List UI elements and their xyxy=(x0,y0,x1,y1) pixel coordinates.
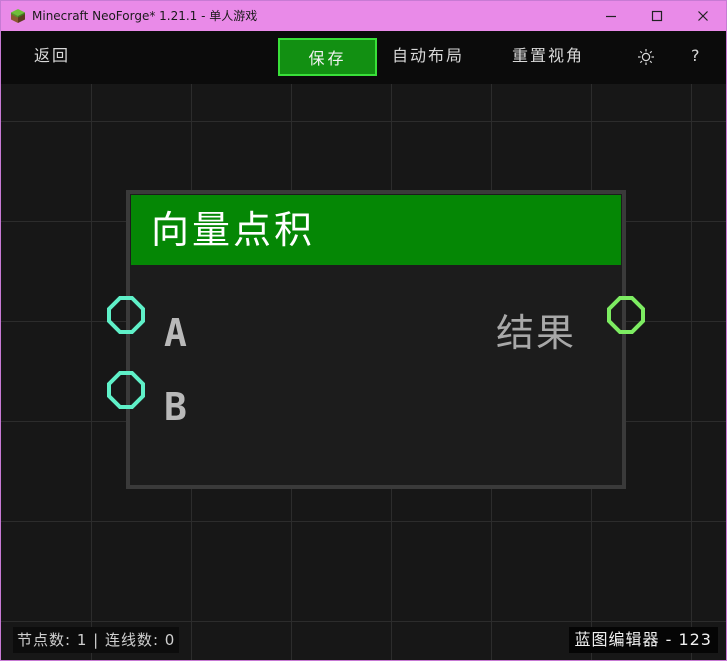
help-button[interactable]: ? xyxy=(691,45,702,67)
input-port-a[interactable] xyxy=(106,295,146,335)
node-header[interactable]: 向量点积 xyxy=(131,195,621,265)
minimize-button[interactable] xyxy=(588,1,634,31)
input-port-label-b: B xyxy=(164,385,187,429)
sun-gear-icon xyxy=(638,49,654,65)
minimize-icon xyxy=(606,15,616,18)
app-window: Minecraft NeoForge* 1.21.1 - 单人游戏 返回 保存 … xyxy=(0,0,727,661)
node-title: 向量点积 xyxy=(151,208,316,252)
close-icon xyxy=(698,11,708,21)
close-button[interactable] xyxy=(680,1,726,31)
node-vector-dot-product[interactable]: 向量点积 A B 结果 xyxy=(126,190,626,489)
input-port-b[interactable] xyxy=(106,370,146,410)
settings-button[interactable] xyxy=(637,48,655,66)
node-link-count-status: 节点数: 1 | 连线数: 0 xyxy=(13,627,180,653)
save-button[interactable]: 保存 xyxy=(278,38,377,76)
blueprint-canvas[interactable]: 向量点积 A B 结果 xyxy=(1,84,726,660)
input-port-label-a: A xyxy=(164,311,187,355)
editor-name-status: 蓝图编辑器 - 123 xyxy=(568,627,718,653)
editor-toolbar: 返回 保存 自动布局 重置视角 ? xyxy=(1,31,726,84)
minecraft-grass-block-icon xyxy=(11,9,25,23)
maximize-icon xyxy=(651,10,663,22)
save-button-label: 保存 xyxy=(308,49,347,68)
output-port-result[interactable] xyxy=(606,295,646,335)
output-port-label-result: 结果 xyxy=(496,311,577,355)
maximize-button[interactable] xyxy=(634,1,680,31)
auto-layout-button[interactable]: 自动布局 xyxy=(392,45,464,67)
window-title: Minecraft NeoForge* 1.21.1 - 单人游戏 xyxy=(32,9,258,23)
reset-view-button[interactable]: 重置视角 xyxy=(512,45,584,67)
back-button[interactable]: 返回 xyxy=(34,45,70,67)
